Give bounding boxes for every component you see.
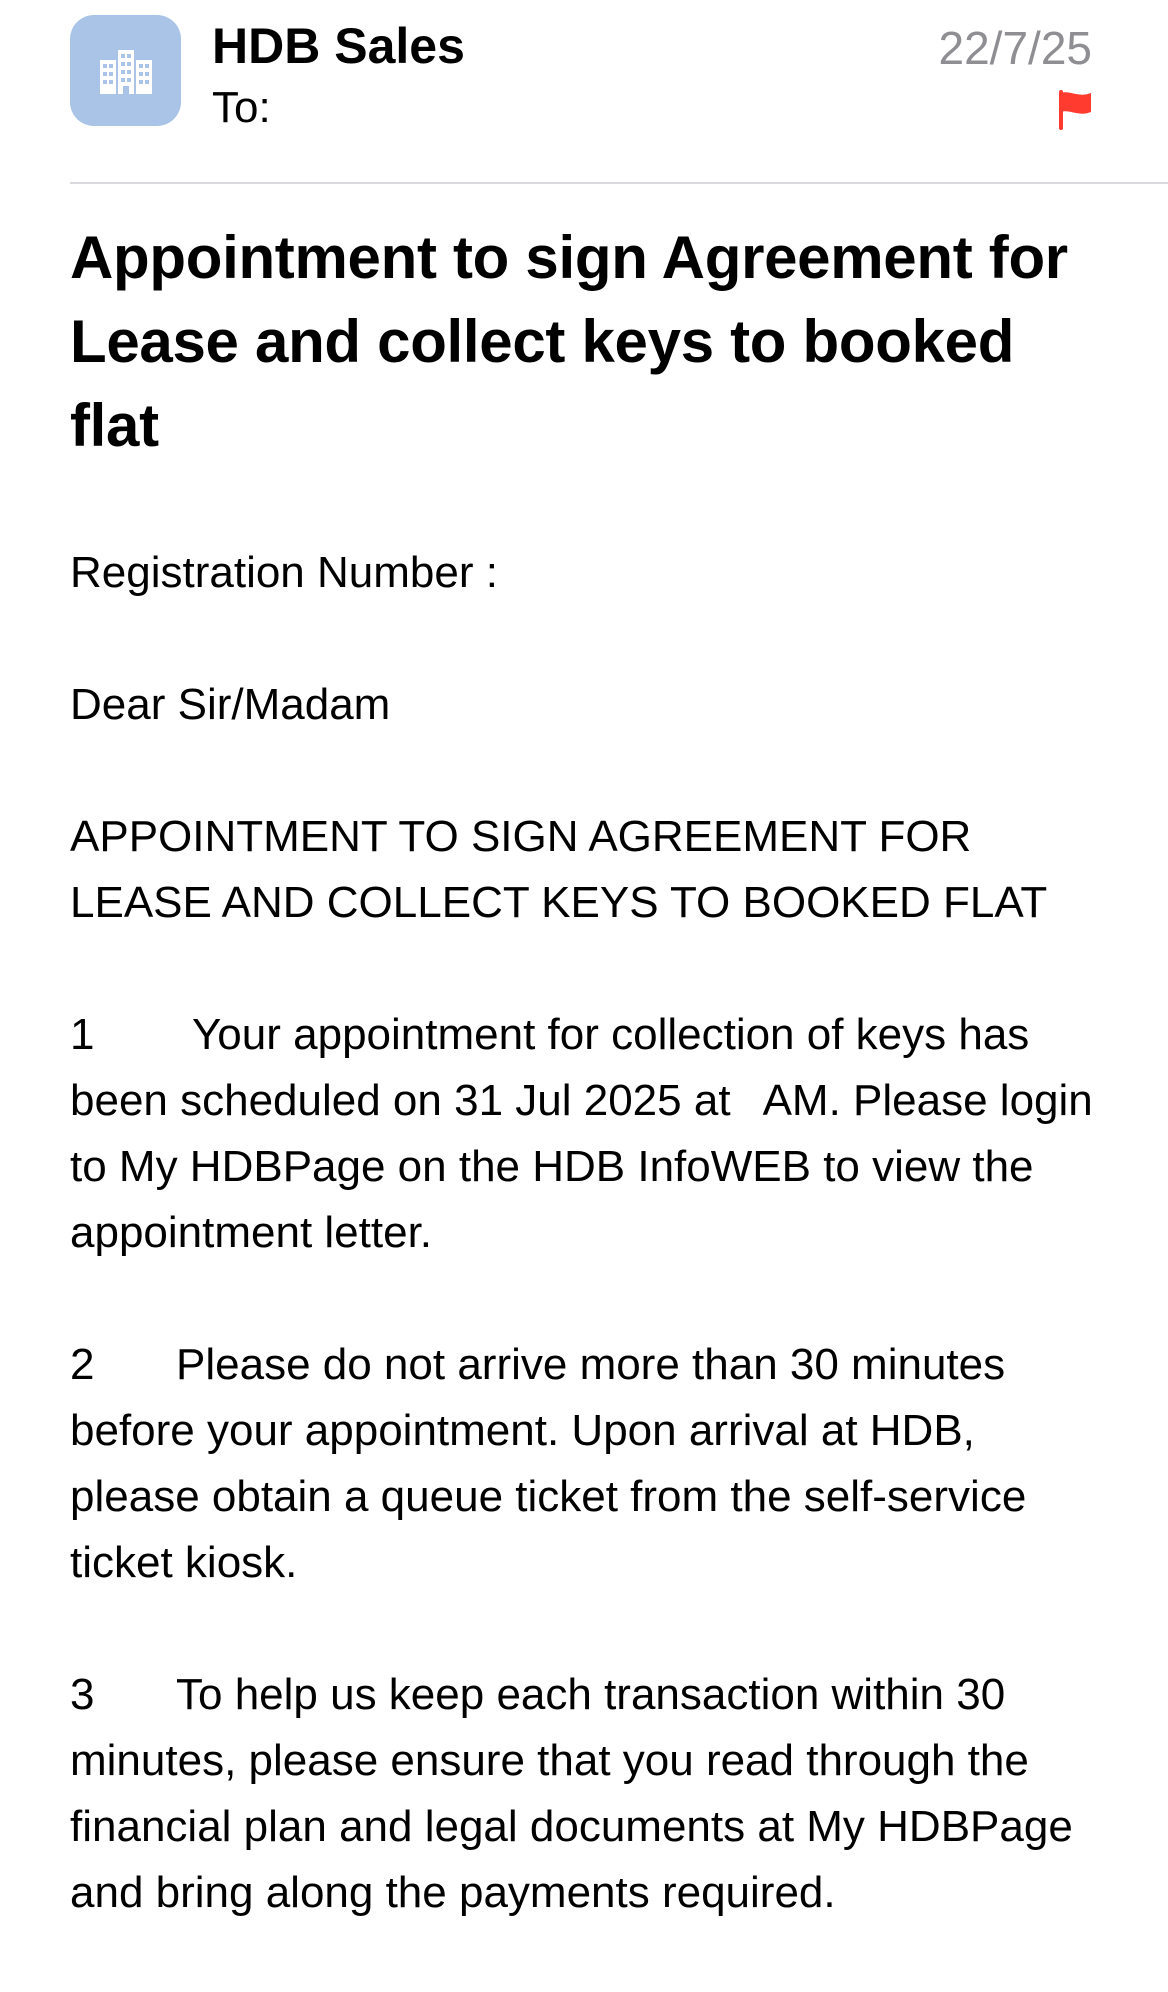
paragraph-text: Please do not arrive more than 30 minute…: [70, 1340, 1027, 1587]
greeting: Dear Sir/Madam: [70, 680, 391, 729]
flag-icon[interactable]: [1058, 90, 1094, 130]
body-heading-line-2: LEASE AND COLLECT KEYS TO BOOKED FLAT: [70, 878, 1048, 927]
registration-line: Registration Number :: [70, 540, 1110, 606]
paragraph-1: 1 Your appointment for collection of keys…: [70, 1002, 1110, 1266]
email-date: 22/7/25: [938, 22, 1092, 74]
email-header: HDB Sales To: 22/7/25: [0, 0, 1168, 184]
email-body: Registration Number : Dear Sir/Madam APP…: [70, 540, 1110, 1992]
paragraph-number: 1: [70, 1010, 95, 1059]
paragraph-number: 2: [70, 1340, 95, 1389]
sender-name[interactable]: HDB Sales: [212, 16, 465, 76]
body-heading-line-1: APPOINTMENT TO SIGN AGREEMENT FOR: [70, 812, 972, 861]
paragraph-number: 3: [70, 1670, 95, 1719]
header-divider: [70, 182, 1168, 184]
to-label: To:: [212, 83, 271, 132]
paragraph-text: To help us keep each transaction within …: [70, 1670, 1073, 1917]
recipient-row: To:: [212, 80, 293, 136]
body-heading: APPOINTMENT TO SIGN AGREEMENT FOR LEASE …: [70, 804, 1110, 936]
building-icon: [99, 49, 152, 94]
sender-avatar: [70, 15, 181, 126]
paragraph-2: 2 Please do not arrive more than 30 minut…: [70, 1332, 1110, 1596]
paragraph-3: 3 To help us keep each transaction within…: [70, 1662, 1110, 1926]
email-subject: Appointment to sign Agreement for Lease …: [70, 224, 1068, 459]
registration-label: Registration Number :: [70, 548, 498, 597]
